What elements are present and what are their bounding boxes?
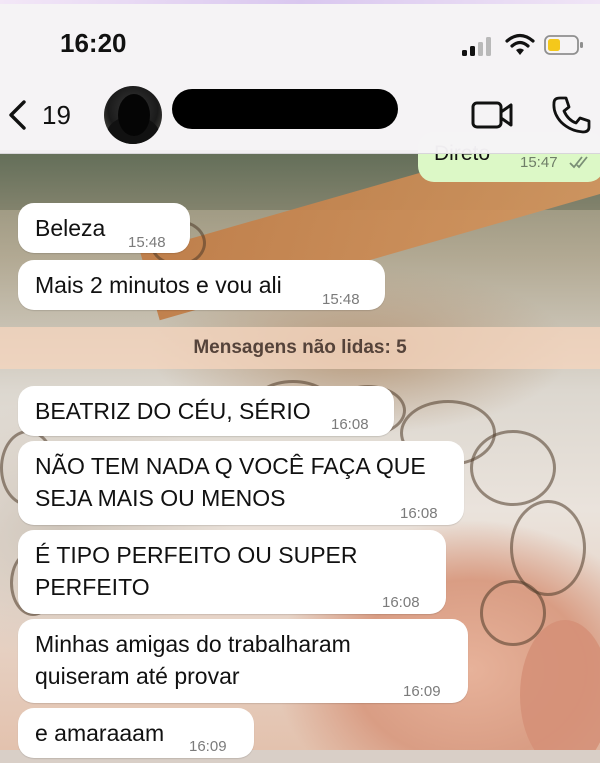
message-text-line2: PERFEITO (35, 574, 150, 600)
status-time: 16:20 (60, 28, 127, 58)
message-text: BEATRIZ DO CÉU, SÉRIO (35, 398, 311, 424)
back-button[interactable]: 19 (0, 90, 90, 142)
message-time: 15:48 (322, 291, 360, 308)
unread-count: 19 (42, 100, 71, 130)
video-call-icon[interactable] (466, 95, 518, 135)
cellular-signal-icon (462, 36, 494, 56)
message-text: Beleza (35, 215, 106, 241)
contact-avatar[interactable] (104, 86, 162, 144)
message-time: 16:08 (400, 505, 438, 522)
incoming-message[interactable]: NÃO TEM NADA Q VOCÊ FAÇA QUE SEJA MAIS O… (18, 441, 464, 525)
incoming-message[interactable]: Beleza 15:48 (18, 203, 190, 253)
phone-icon[interactable] (548, 92, 594, 138)
message-text-line1: NÃO TEM NADA Q VOCÊ FAÇA QUE (35, 453, 426, 479)
incoming-message[interactable]: Mais 2 minutos e vou ali 15:48 (18, 260, 385, 310)
message-time: 15:47 (520, 154, 558, 171)
contact-name-redacted[interactable] (172, 89, 398, 129)
message-time: 16:08 (331, 416, 369, 433)
message-time: 15:48 (128, 234, 166, 251)
incoming-message[interactable]: BEATRIZ DO CÉU, SÉRIO 16:08 (18, 386, 394, 436)
incoming-message[interactable]: e amaraaam 16:09 (18, 708, 254, 758)
message-text-line1: É TIPO PERFEITO OU SUPER (35, 542, 358, 568)
message-text-line2: quiseram até provar (35, 663, 240, 689)
wifi-icon (505, 33, 535, 55)
unread-banner-text: Mensagens não lidas: 5 (193, 337, 407, 358)
incoming-message[interactable]: Minhas amigas do trabalharam quiseram at… (18, 619, 468, 703)
message-text-line1: Minhas amigas do trabalharam (35, 631, 351, 657)
chat-header: 16:20 19 (0, 0, 600, 154)
incoming-message[interactable]: É TIPO PERFEITO OU SUPER PERFEITO 16:08 (18, 530, 446, 614)
message-text: Mais 2 minutos e vou ali (35, 272, 282, 298)
chevron-left-icon (9, 100, 26, 130)
unread-messages-banner: Mensagens não lidas: 5 (0, 327, 600, 369)
message-time: 16:09 (189, 738, 227, 755)
message-text-line2: SEJA MAIS OU MENOS (35, 485, 286, 511)
message-time: 16:09 (403, 683, 441, 700)
message-time: 16:08 (382, 594, 420, 611)
battery-icon (544, 35, 583, 55)
message-text: e amaraaam (35, 720, 165, 746)
read-receipt-icon (569, 156, 588, 169)
